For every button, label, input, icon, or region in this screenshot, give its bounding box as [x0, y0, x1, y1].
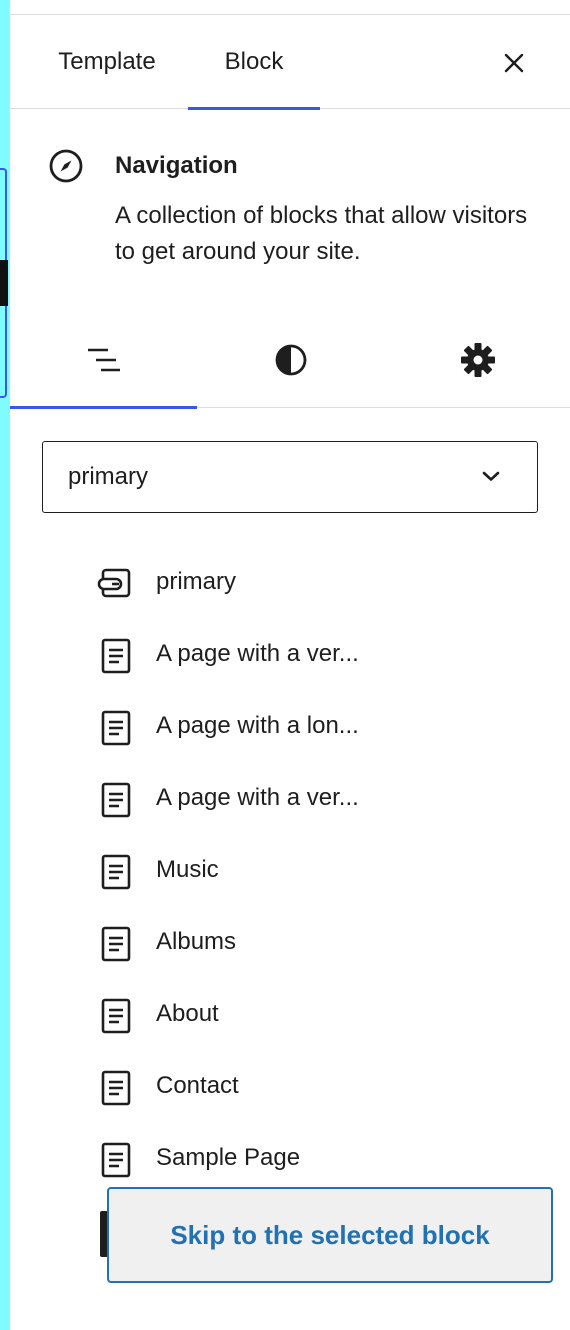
list-item-page[interactable]: A page with a lon... — [10, 690, 570, 762]
list-item-about[interactable]: About — [10, 978, 570, 1050]
menu-item-label: A page with a ver... — [156, 640, 359, 667]
list-item-page[interactable]: A page with a ver... — [10, 618, 570, 690]
page-icon — [101, 638, 131, 674]
sidebar-tabs: Template Block — [10, 15, 570, 110]
close-settings-button[interactable] — [490, 39, 538, 87]
list-item-contact[interactable]: Contact — [10, 1050, 570, 1122]
page-icon — [101, 782, 131, 818]
tab-settings[interactable] — [384, 312, 570, 408]
block-toolbar-handle — [0, 260, 8, 306]
list-item-albums[interactable]: Albums — [10, 906, 570, 978]
link-icon — [97, 568, 131, 598]
list-item-page[interactable]: A page with a ver... — [10, 762, 570, 834]
block-title: Navigation — [115, 152, 238, 179]
menu-select-value: primary — [68, 463, 149, 490]
tab-styles[interactable] — [197, 312, 384, 408]
block-card: Navigation A collection of blocks that a… — [10, 110, 570, 310]
list-view-icon — [87, 348, 120, 372]
page-icon — [101, 1142, 131, 1178]
page-icon — [101, 998, 131, 1034]
styles-half-circle-icon — [275, 344, 306, 376]
menu-item-label: primary — [156, 568, 237, 595]
editor-canvas-edge — [0, 0, 9, 1330]
tab-list-view[interactable] — [10, 312, 197, 409]
close-icon — [504, 53, 524, 73]
page-icon — [101, 854, 131, 890]
menu-items-list: primary A page with a ver... A page with… — [10, 546, 570, 1194]
menu-item-label: A page with a ver... — [156, 784, 359, 811]
page-icon — [101, 1070, 131, 1106]
tab-block[interactable]: Block — [188, 15, 320, 110]
inspector-tabs — [10, 312, 570, 409]
menu-select[interactable]: primary — [42, 441, 538, 513]
skip-to-selected-block-button[interactable]: Skip to the selected block — [107, 1187, 553, 1283]
tab-template[interactable]: Template — [26, 15, 188, 109]
menu-item-label: Albums — [156, 928, 237, 955]
menu-item-label: About — [156, 1000, 219, 1027]
settings-sidebar: Template Block Navigation A collection o… — [10, 0, 570, 1330]
menu-item-label: Contact — [156, 1072, 239, 1099]
page-icon — [101, 710, 131, 746]
gear-icon — [460, 343, 495, 377]
menu-item-label: A page with a lon... — [156, 712, 359, 739]
menu-item-label: Sample Page — [156, 1144, 301, 1171]
list-item-primary[interactable]: primary — [10, 546, 570, 618]
list-item-music[interactable]: Music — [10, 834, 570, 906]
page-icon — [101, 926, 131, 962]
list-item-sample-page[interactable]: Sample Page — [10, 1122, 570, 1194]
menu-item-label: Music — [156, 856, 219, 883]
chevron-down-icon — [482, 471, 500, 481]
compass-icon — [49, 149, 83, 183]
block-description: A collection of blocks that allow visito… — [115, 202, 528, 265]
